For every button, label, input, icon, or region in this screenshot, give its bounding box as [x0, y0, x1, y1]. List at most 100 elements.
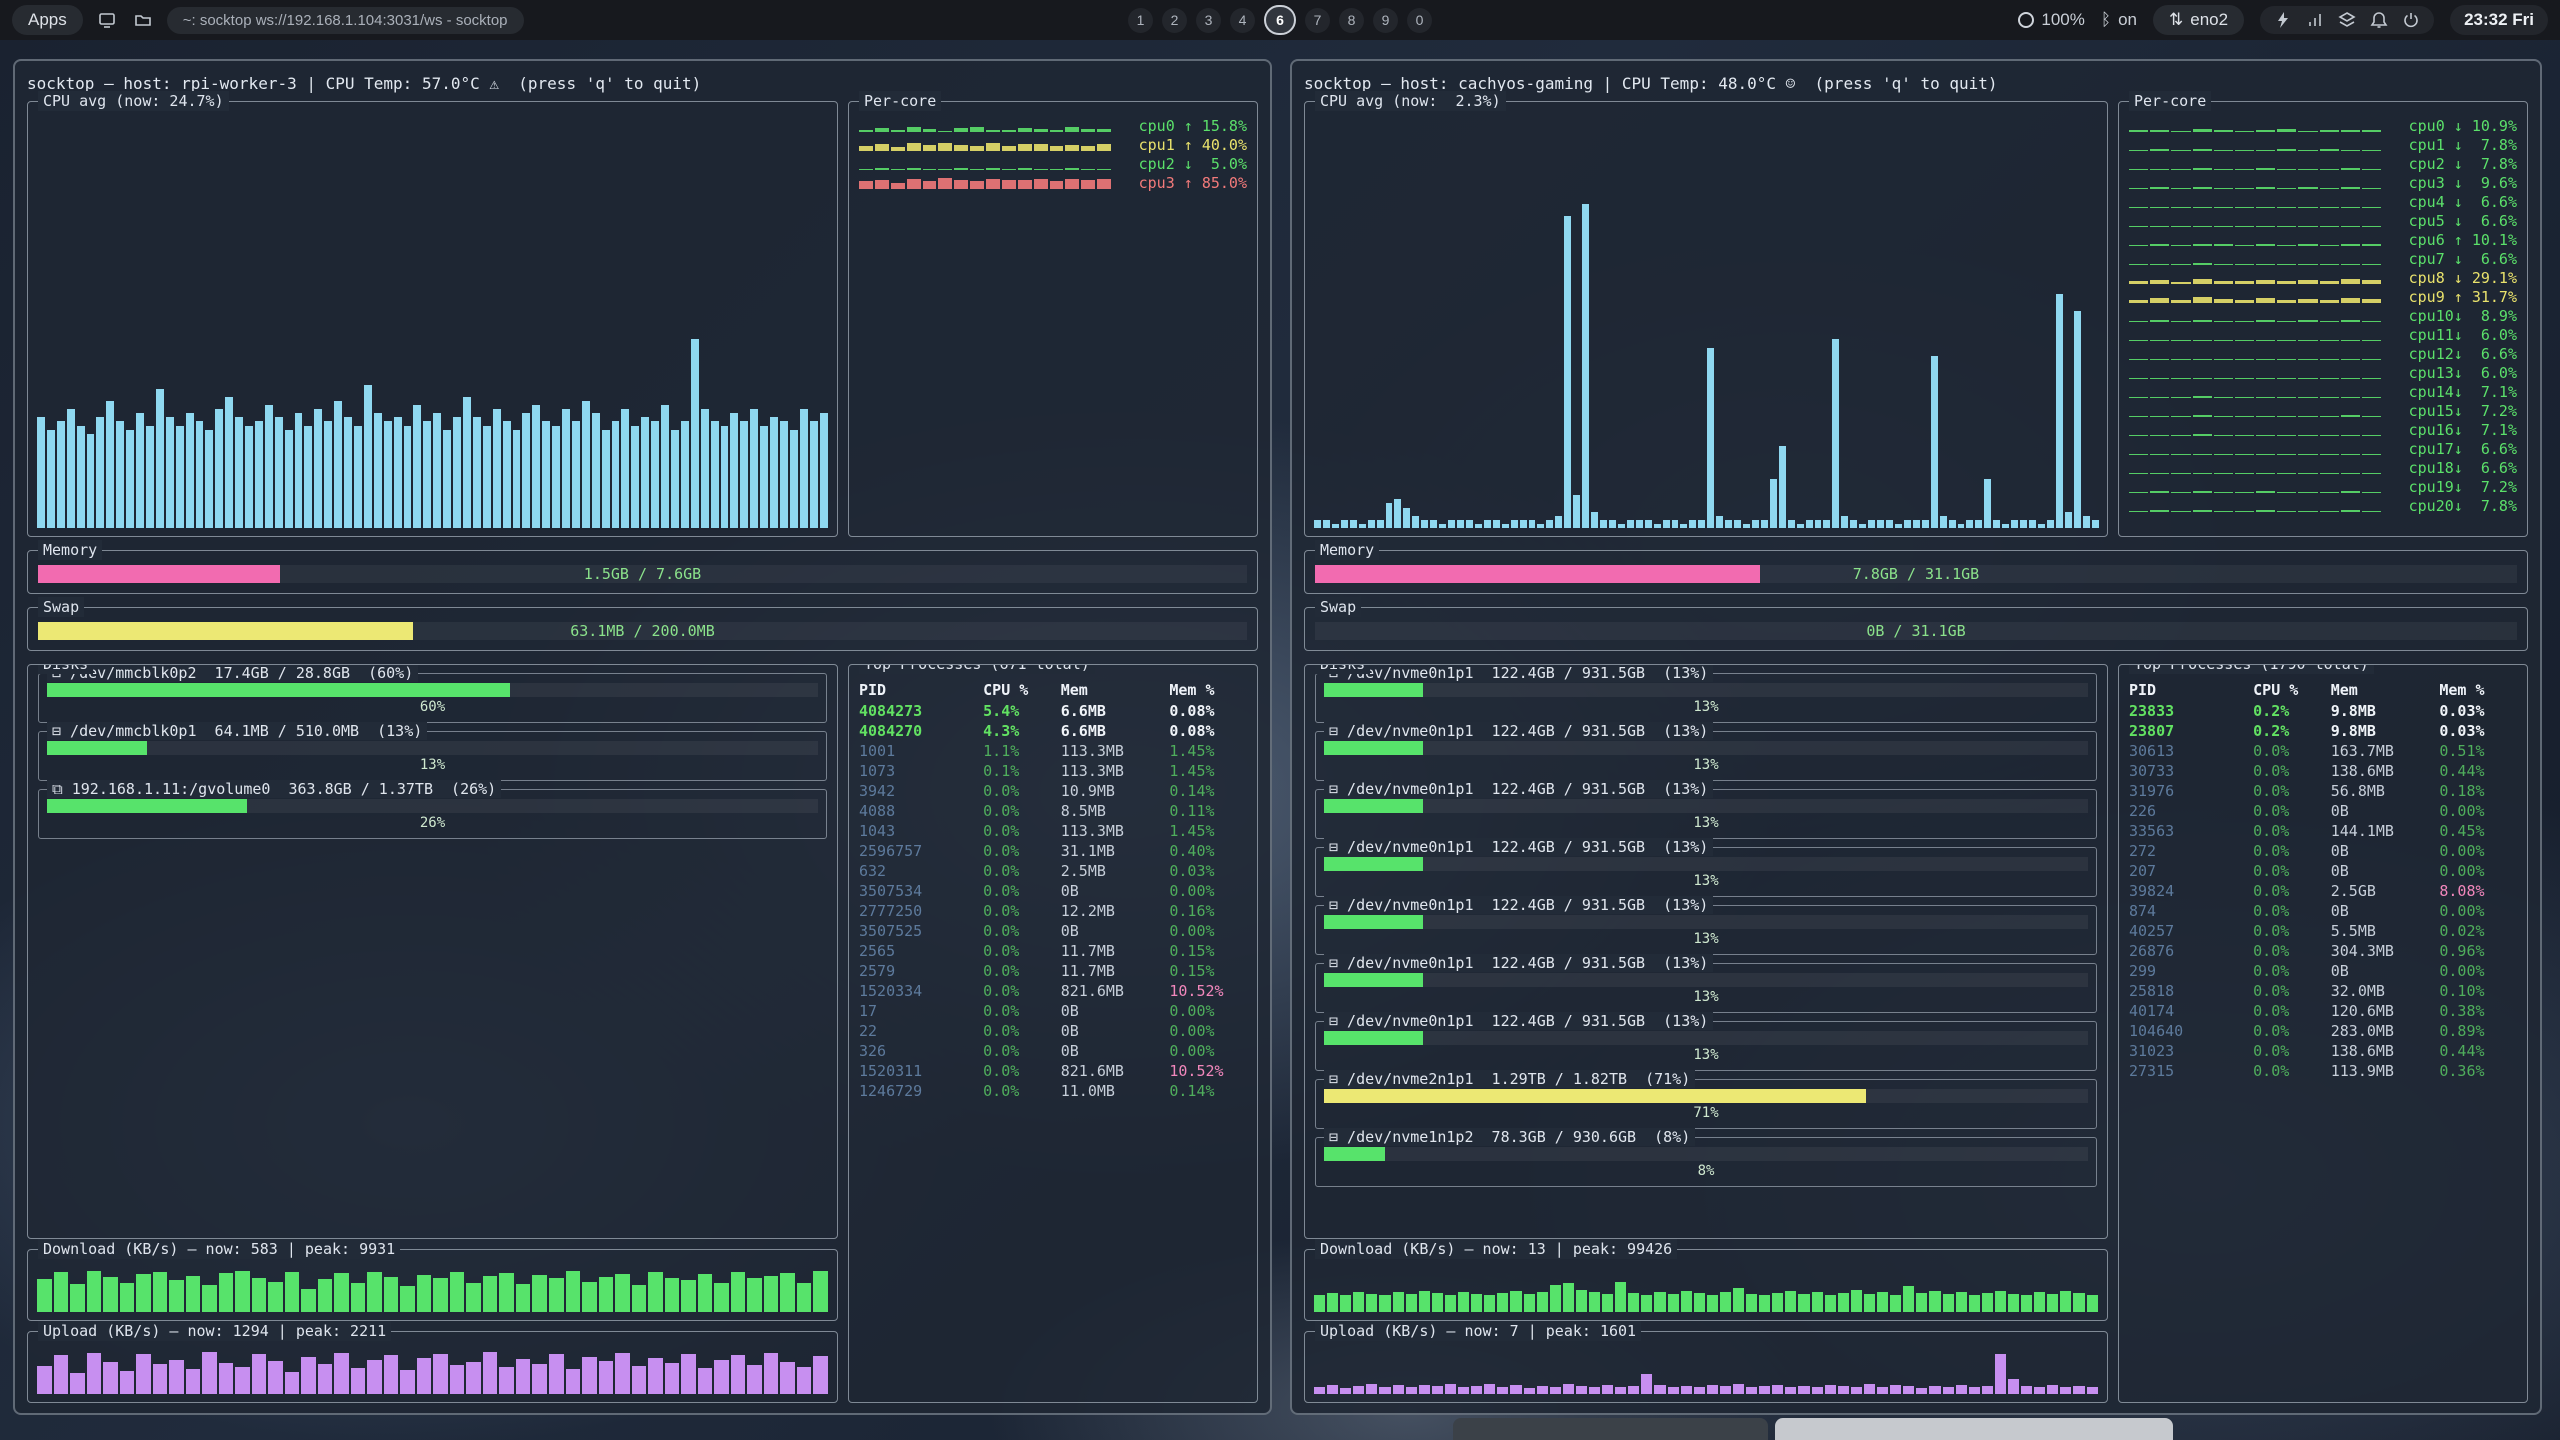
chart-bar [671, 430, 679, 528]
process-cell-mem: 821.6MB [1061, 981, 1170, 1001]
terminal-window-right[interactable]: socktop — host: cachyos-gaming | CPU Tem… [1290, 59, 2542, 1415]
bluetooth-icon: ᛒ [2101, 10, 2111, 30]
process-table-body: 238330.2%9.8MB0.03%238070.2%9.8MB0.03%30… [2119, 701, 2527, 1081]
chart-bar [1716, 516, 1723, 528]
chart-bar [196, 421, 204, 528]
spark-bar [2362, 207, 2381, 208]
chart-bar [103, 1362, 118, 1394]
chart-bar [1940, 516, 1947, 528]
workspace-button-9[interactable]: 9 [1373, 8, 1398, 33]
workspace-button-6[interactable]: 6 [1264, 5, 1296, 35]
process-cell-cpu: 0.0% [983, 921, 1061, 941]
process-cell-memp: 0.00% [2439, 801, 2517, 821]
per-core-panel: Per-core cpu0 ↓ 10.9%cpu1 ↓ 7.8%cpu2 ↓ 7… [2118, 101, 2528, 537]
chart-bar [225, 397, 233, 528]
spark-bar [2298, 320, 2317, 322]
chart-bar [186, 1276, 201, 1312]
chart-bar [2092, 520, 2099, 528]
chart-bar [549, 1354, 564, 1394]
spark-bar [2298, 416, 2317, 417]
process-cell-memp: 0.18% [2439, 781, 2517, 801]
chart-bar [351, 1283, 366, 1312]
spark-bar [2277, 245, 2296, 246]
spark-bar [2150, 473, 2169, 474]
disk-bar-fill [47, 799, 247, 813]
clock[interactable]: 23:32 Fri [2450, 5, 2548, 35]
chart-bar [1838, 1386, 1849, 1394]
core-row: cpu7 ↓ 6.6% [2129, 249, 2517, 268]
chart-bar [1654, 1385, 1665, 1394]
terminal-tab[interactable]: ~: socktop ws://192.168.1.104:3031/ws - … [167, 7, 524, 34]
power-profile-icon[interactable] [2274, 11, 2292, 29]
chart-bar [295, 413, 303, 528]
spark-bar [2129, 169, 2148, 170]
power-icon[interactable] [2402, 11, 2420, 29]
files-icon[interactable] [131, 8, 155, 32]
process-cell-memp: 0.15% [1169, 961, 1247, 981]
process-cell-pid: 40174 [2129, 1001, 2253, 1021]
disk-bar-fill [1324, 799, 1423, 813]
spark-bar [2235, 281, 2254, 284]
core-row: cpu18↓ 6.6% [2129, 458, 2517, 477]
chart-bar [1615, 1282, 1626, 1312]
battery-indicator[interactable]: 100% [2018, 10, 2084, 30]
spark-bar [2171, 473, 2190, 474]
chart-bar [1779, 446, 1786, 528]
process-cell-mem: 0B [1061, 1041, 1170, 1061]
process-cell-mem: 31.1MB [1061, 841, 1170, 861]
memory-usage-text: 7.8GB / 31.1GB [1305, 563, 2527, 585]
process-cell-memp: 0.00% [1169, 921, 1247, 941]
bell-icon[interactable] [2370, 11, 2388, 29]
core-sparkline [2129, 480, 2381, 493]
spark-bar [2256, 416, 2275, 417]
signal-bars-icon[interactable] [2306, 11, 2324, 29]
workspace-button-3[interactable]: 3 [1196, 8, 1221, 33]
download-title: Download (KB/s) — now: 583 | peak: 9931 [38, 1239, 400, 1259]
spark-bar [2193, 320, 2212, 322]
apps-button[interactable]: Apps [12, 5, 83, 35]
spark-bar [2320, 435, 2339, 436]
workspace-button-0[interactable]: 0 [1407, 8, 1432, 33]
chart-bar [1806, 520, 1813, 528]
workspace-button-1[interactable]: 1 [1128, 8, 1153, 33]
workspace-button-4[interactable]: 4 [1230, 8, 1255, 33]
process-row: 35075340.0%0B0.00% [859, 881, 1247, 901]
chart-bar [2073, 1293, 2084, 1312]
spark-bar [938, 143, 952, 151]
chart-bar [1825, 1295, 1836, 1312]
network-indicator[interactable]: ⇅ eno2 [2153, 5, 2244, 35]
bluetooth-indicator[interactable]: ᛒ on [2101, 10, 2137, 30]
disk-percent-label: 13% [1324, 697, 2088, 717]
process-cell-cpu: 0.0% [2253, 841, 2331, 861]
process-cell-pid: 31023 [2129, 1041, 2253, 1061]
workspace-button-2[interactable]: 2 [1162, 8, 1187, 33]
chart-bar [1379, 1387, 1390, 1394]
chart-bar [57, 421, 65, 528]
process-row: 6320.0%2.5MB0.03% [859, 861, 1247, 881]
spark-bar [2341, 454, 2360, 455]
workspace-button-7[interactable]: 7 [1305, 8, 1330, 33]
chart-bar [730, 413, 738, 528]
spark-bar [2298, 244, 2317, 246]
window-icon[interactable] [95, 8, 119, 32]
core-sparkline [2129, 290, 2381, 303]
chart-bar [1759, 1386, 1770, 1394]
spark-bar [1081, 129, 1095, 132]
process-cell-memp: 0.14% [1169, 1081, 1247, 1101]
chart-bar [136, 413, 144, 528]
spark-bar [907, 127, 921, 132]
spark-bar [2341, 187, 2360, 189]
workspace-button-8[interactable]: 8 [1339, 8, 1364, 33]
terminal-window-left[interactable]: socktop — host: rpi-worker-3 | CPU Temp:… [13, 59, 1272, 1415]
header-mem: Mem [1061, 681, 1170, 699]
spark-bar [2320, 188, 2339, 189]
spark-bar [2362, 188, 2381, 189]
core-label: cpu1 ↓ 7.8% [2389, 136, 2517, 154]
core-label: cpu7 ↓ 6.6% [2389, 250, 2517, 268]
download-panel: Download (KB/s) — now: 583 | peak: 9931 [27, 1249, 838, 1321]
chart-bar [77, 426, 85, 529]
spark-bar [2193, 434, 2212, 436]
chart-bar [2011, 520, 2018, 528]
layers-icon[interactable] [2338, 11, 2356, 29]
chart-bar [1327, 1385, 1338, 1394]
